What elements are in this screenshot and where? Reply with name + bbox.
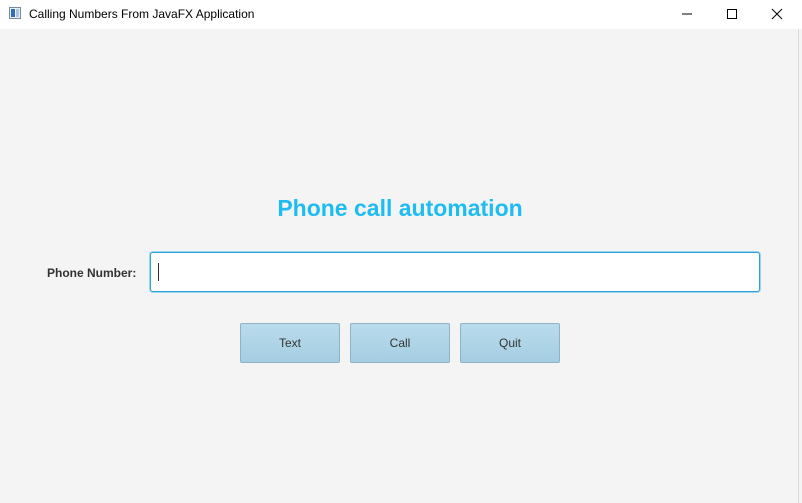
window-title: Calling Numbers From JavaFX Application — [29, 7, 255, 21]
close-button[interactable] — [754, 0, 800, 29]
maximize-icon — [727, 9, 737, 19]
page-heading: Phone call automation — [277, 195, 523, 221]
main-content: Phone call automation Phone Number: Text… — [0, 29, 802, 503]
app-icon — [9, 7, 21, 19]
app-window: Calling Numbers From JavaFX Application … — [0, 0, 802, 503]
close-icon — [771, 8, 783, 20]
text-caret — [158, 263, 159, 281]
maximize-button[interactable] — [709, 0, 755, 29]
minimize-icon — [682, 13, 692, 15]
minimize-button[interactable] — [664, 0, 710, 29]
call-button[interactable]: Call — [350, 323, 450, 363]
window-border — [798, 29, 799, 503]
title-bar[interactable]: Calling Numbers From JavaFX Application — [0, 0, 802, 29]
quit-button[interactable]: Quit — [460, 323, 560, 363]
phone-number-input[interactable] — [150, 252, 760, 292]
phone-number-label: Phone Number: — [47, 266, 137, 280]
text-button[interactable]: Text — [240, 323, 340, 363]
